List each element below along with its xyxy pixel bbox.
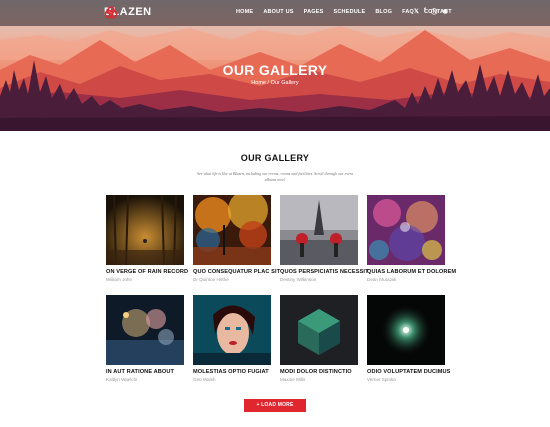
top-navigation: BLAZEN HOME ABOUT US PAGES SCHEDULE BLOG… [0,0,550,26]
nav-item-faq[interactable]: FAQ [402,9,414,15]
gallery-thumbnail[interactable] [106,295,184,365]
gallery-card: MODI DOLOR DISTINCTIO Maxine Mills [280,295,358,382]
gallery-thumbnail[interactable] [193,295,271,365]
gallery-card: ON VERGE OF RAIN RECORD William John [106,195,188,282]
load-more-button[interactable]: + LOAD MORE [244,399,306,412]
gallery-thumbnail[interactable] [280,295,358,365]
twitter-icon[interactable]: 𝕏 [414,8,419,15]
hero-banner: BLAZEN HOME ABOUT US PAGES SCHEDULE BLOG… [0,0,550,131]
breadcrumb: Home / Our Gallery [0,80,550,86]
section-subtitle: See what life is like at Blazen, includi… [196,171,354,182]
gallery-card-title[interactable]: IN AUT RATIONE ABOUT [106,369,184,375]
globe-icon[interactable]: ◉ [443,8,448,15]
nav-item-schedule[interactable]: SCHEDULE [334,9,366,15]
fantasy-scene-image [106,295,184,365]
abstract-floral-art-image [367,195,445,265]
gallery-card: MOLESTIAS OPTIO FUGIAT Geo Walsh [193,295,271,382]
gallery-card-author: Geo Walsh [193,377,216,382]
gallery-card-author: Maxine Mills [280,377,306,382]
gallery-card-title[interactable]: ON VERGE OF RAIN RECORD [106,269,188,275]
gallery-card-author: Dr Quinton Hirthe [193,277,229,282]
paris-rain-painting-image [280,195,358,265]
nav-item-about-us[interactable]: ABOUT US [263,9,293,15]
nav-item-pages[interactable]: PAGES [304,9,324,15]
nav-item-home[interactable]: HOME [236,9,253,15]
breadcrumb-current: Our Gallery [270,80,299,86]
gallery-card-author: Dean Muraziik [367,277,397,282]
portrait-woman-image [193,295,271,365]
gallery-card-title[interactable]: QUIAS LABORUM ET DOLOREM [367,269,456,275]
gallery-card-author: Destiny Wilkinson [280,277,317,282]
forest-lights-image [106,195,184,265]
facebook-icon[interactable]: f [424,8,426,15]
geometric-cube-image [280,295,358,365]
instagram-icon[interactable]: ◯ [431,8,438,15]
social-links: 𝕏 f ◯ ◉ [414,8,448,15]
page: BLAZEN HOME ABOUT US PAGES SCHEDULE BLOG… [0,0,550,427]
gallery-card-title[interactable]: MODI DOLOR DISTINCTIO [280,369,358,375]
gallery-card-title[interactable]: QUO CONSEQUATUR PLAC SIT [193,269,280,275]
gallery-card: QUO CONSEQUATUR PLAC SIT Dr Quinton Hirt… [193,195,280,282]
gallery-card-title[interactable]: ODIO VOLUPTATEM DUCIMUS [367,369,450,375]
gallery-thumbnail[interactable] [106,195,184,265]
nav-item-blog[interactable]: BLOG [375,9,392,15]
hero-title: OUR GALLERY [222,62,328,78]
section-title: OUR GALLERY [240,153,310,163]
gallery-card: ODIO VOLUPTATEM DUCIMUS Verner Spinka [367,295,450,382]
gallery-thumbnail[interactable] [193,195,271,265]
gallery-thumbnail[interactable] [367,295,445,365]
autumn-street-painting-image [193,195,271,265]
gallery-card-title[interactable]: QUOS PERSPICIATIS NECESSIT [280,269,368,275]
glowing-orb-image [367,295,445,365]
gallery-card-author: Kaitlyn Waelchi [106,377,138,382]
gallery-card-author: William John [106,277,133,282]
blazen-logo-icon [104,6,118,19]
gallery-card: IN AUT RATIONE ABOUT Kaitlyn Waelchi [106,295,184,382]
gallery-card-author: Verner Spinka [367,377,396,382]
gallery-card: QUIAS LABORUM ET DOLOREM Dean Muraziik [367,195,456,282]
gallery-thumbnail[interactable] [367,195,445,265]
breadcrumb-home[interactable]: Home [251,80,266,86]
gallery-card-title[interactable]: MOLESTIAS OPTIO FUGIAT [193,369,271,375]
brand-logo[interactable]: BLAZEN [104,6,152,19]
gallery-thumbnail[interactable] [280,195,358,265]
gallery-card: QUOS PERSPICIATIS NECESSIT Destiny Wilki… [280,195,368,282]
